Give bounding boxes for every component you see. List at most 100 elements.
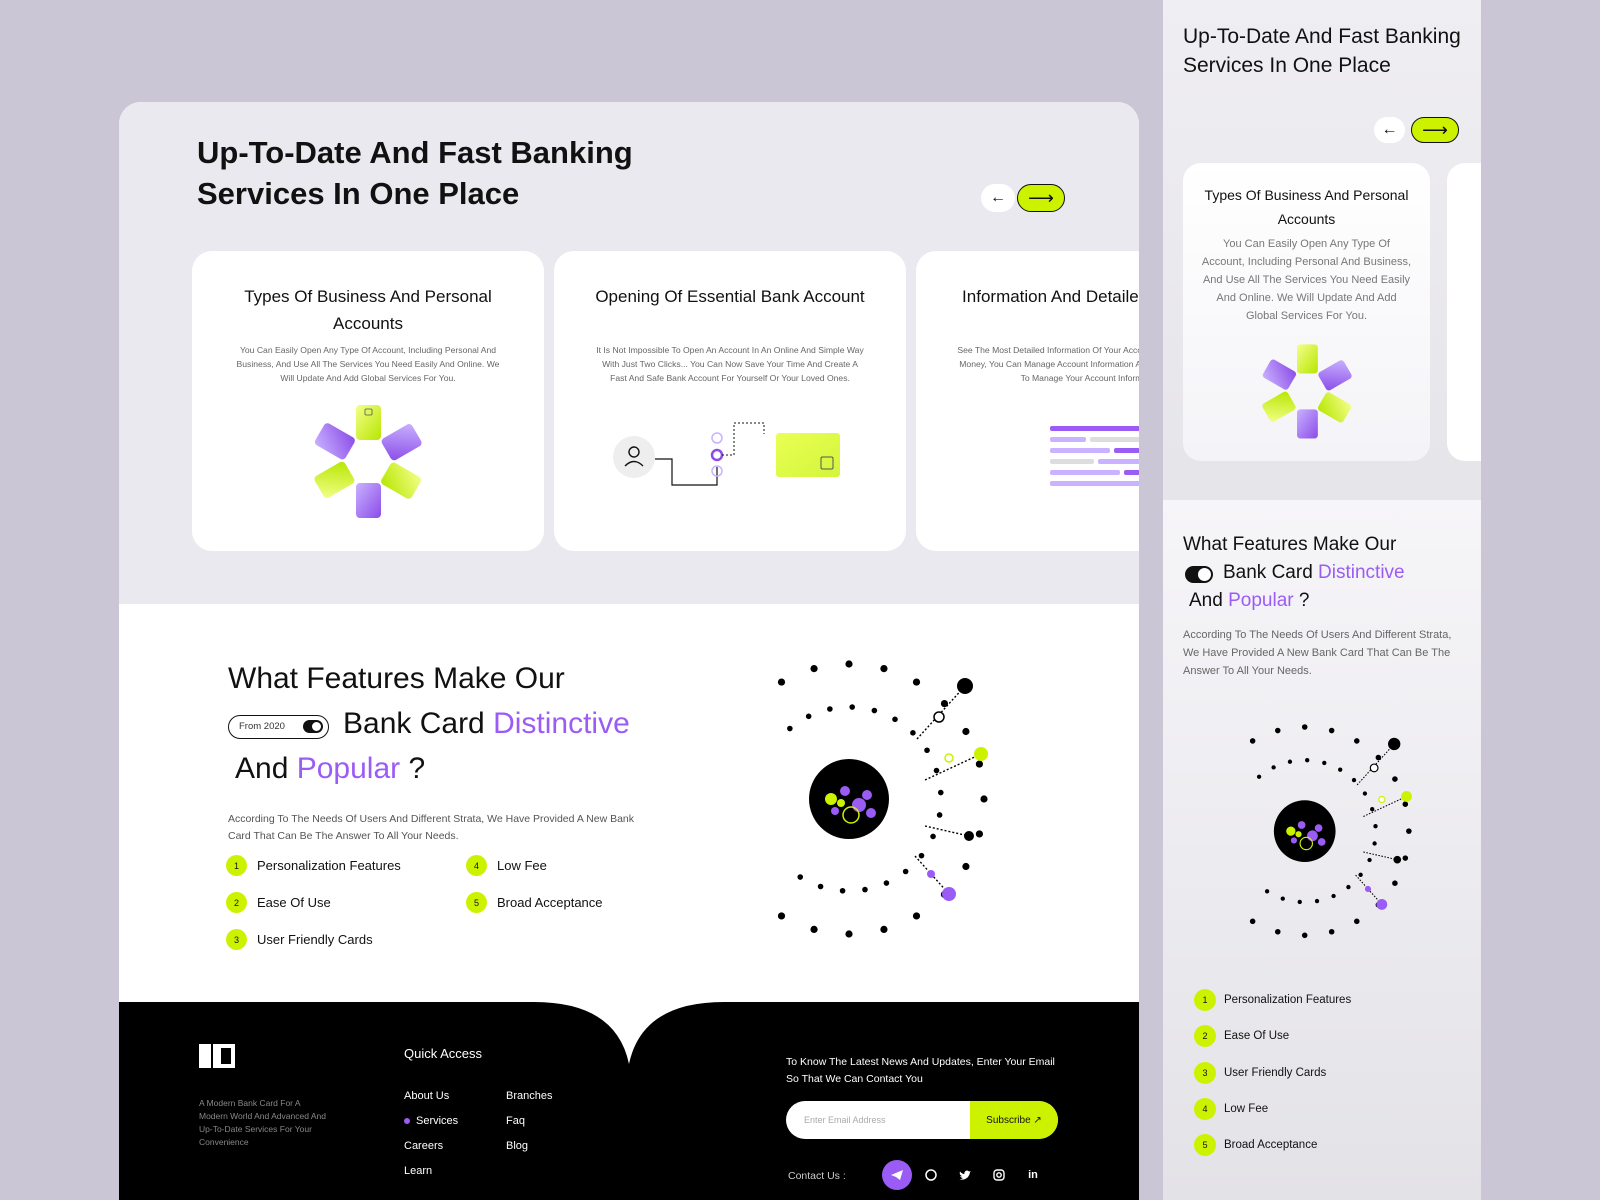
quick-access-title: Quick Access [404,1046,483,1061]
features-section: What Features Make Our From 2020 Bank Ca… [119,604,1139,1002]
feature-item: 2 Ease Of Use [226,892,331,913]
newsletter-form: Subscribe ↗ [786,1101,1058,1139]
link-careers[interactable]: Careers [404,1140,443,1152]
whatsapp-icon[interactable] [916,1160,946,1190]
footer: A Modern Bank Card For A Modern World An… [119,1002,1139,1200]
features-heading-line2: Bank Card Distinctive [1223,562,1405,584]
feature-item: 1 Personalization Features [226,855,401,876]
orbit-illustration [1249,724,1412,939]
service-card-partial[interactable] [1447,163,1481,461]
twitter-icon[interactable] [950,1160,980,1190]
service-card-information[interactable]: Information And Detailed Accounts See Th… [916,251,1139,551]
feature-item: 2 Ease Of Use [1194,1025,1289,1047]
telegram-icon[interactable] [882,1160,912,1190]
feature-number: 4 [466,855,487,876]
feature-number: 2 [1194,1025,1216,1047]
badge-text: From 2020 [239,721,285,732]
arrow-right-icon[interactable]: ⟶ [1017,184,1065,212]
from-2020-badge[interactable]: From 2020 [228,715,329,739]
services-section: Up-To-Date And Fast Banking Services In … [119,102,1139,604]
heading-highlight: Popular [1228,590,1294,611]
feature-number: 1 [226,855,247,876]
arrow-left-icon[interactable]: ← [981,184,1015,212]
feature-label: Broad Acceptance [1224,1139,1318,1151]
heading-text: Bank Card [343,707,494,740]
email-input[interactable] [786,1101,970,1139]
cards-flower-illustration [314,405,422,518]
features-description: According To The Needs Of Users And Diff… [228,813,635,842]
mobile-preview: Up-To-Date And Fast Banking Services In … [1163,0,1481,1200]
heading-text: And [1189,590,1229,611]
logo[interactable] [199,1044,235,1068]
feature-item: 3 User Friendly Cards [1194,1062,1326,1084]
link-branches[interactable]: Branches [506,1090,552,1102]
services-title: Up-To-Date And Fast Banking Services In … [197,135,633,211]
link-label: Services [416,1115,459,1127]
carousel-nav: ← ⟶ [981,184,1065,212]
heading-text: Bank Card [1223,562,1319,583]
heading-highlight: Distinctive [493,707,630,740]
instagram-icon[interactable] [984,1160,1014,1190]
feature-label: User Friendly Cards [257,932,373,947]
card-title: Types Of Business And Personal Accounts [1204,187,1409,227]
arrow-right-icon[interactable]: ⟶ [1411,117,1459,143]
card-title: Information And Detailed Accounts [962,287,1139,306]
cards-flower-illustration [1262,344,1352,439]
service-card-opening[interactable]: Opening Of Essential Bank Account It Is … [554,251,906,551]
toggle-icon [303,720,323,733]
feature-label: Ease Of Use [257,895,331,910]
toggle-icon[interactable] [1185,566,1213,583]
desktop-frame: Up-To-Date And Fast Banking Services In … [119,102,1139,1200]
feature-item: 3 User Friendly Cards [226,929,373,950]
feature-label: Low Fee [497,858,547,873]
link-learn[interactable]: Learn [404,1165,432,1177]
card-title: Types Of Business And Personal Accounts [244,287,492,333]
contact-label: Contact Us : [788,1170,846,1182]
card-title: Opening Of Essential Bank Account [595,287,865,306]
feature-number: 5 [1194,1134,1216,1156]
link-faq[interactable]: Faq [506,1115,525,1127]
services-title: Up-To-Date And Fast Banking Services In … [1183,25,1461,77]
card-desc: You Can Easily Open Any Type Of Account,… [236,345,500,383]
heading-highlight: Distinctive [1318,562,1405,583]
feature-label: User Friendly Cards [1224,1067,1327,1079]
service-cards: Types Of Business And Personal Accounts … [192,251,1139,551]
features-heading-line3: And Popular ? [1189,590,1309,612]
feature-label: Low Fee [1224,1103,1269,1115]
feature-label: Broad Acceptance [497,895,603,910]
info-lines-illustration [1050,426,1139,486]
features-heading-line1: What Features Make Our [228,662,565,695]
active-dot [404,1118,410,1125]
service-card-accounts[interactable]: Types Of Business And Personal Accounts … [1183,163,1430,461]
features-heading-line1: What Features Make Our [1183,534,1397,555]
feature-item: 4 Low Fee [466,855,547,876]
subscribe-button[interactable]: Subscribe ↗ [970,1101,1058,1139]
features-description: According To The Needs Of Users And Diff… [1183,629,1452,677]
card-desc: It Is Not Impossible To Open An Account … [596,345,864,383]
feature-label: Personalization Features [1224,994,1352,1006]
footer-tagline: A Modern Bank Card For A Modern World An… [199,1098,326,1147]
card-desc: See The Most Detailed Information Of You… [957,345,1139,383]
heading-text: And [235,752,297,785]
feature-item: 5 Broad Acceptance [1194,1134,1317,1156]
arrow-left-icon[interactable]: ← [1374,117,1405,143]
link-about-us[interactable]: About Us [404,1090,449,1102]
feature-item: 4 Low Fee [1194,1098,1268,1120]
linkedin-icon[interactable]: in [1018,1160,1048,1190]
feature-item: 5 Broad Acceptance [466,892,603,913]
feature-number: 4 [1194,1098,1216,1120]
subscribe-label: Subscribe [986,1114,1031,1126]
newsletter-text: To Know The Latest News And Updates, Ent… [786,1056,1055,1085]
feature-number: 2 [226,892,247,913]
feature-label: Ease Of Use [1224,1030,1290,1042]
feature-number: 3 [226,929,247,950]
link-blog[interactable]: Blog [506,1140,528,1152]
feature-item: 1 Personalization Features [1194,989,1351,1011]
feature-label: Personalization Features [257,858,401,873]
service-card-accounts[interactable]: Types Of Business And Personal Accounts … [192,251,544,551]
arrow-up-right-icon: ↗ [1033,1114,1042,1126]
link-services[interactable]: Services [404,1115,458,1127]
feature-number: 1 [1194,989,1216,1011]
heading-text: ? [400,752,426,785]
feature-number: 5 [466,892,487,913]
